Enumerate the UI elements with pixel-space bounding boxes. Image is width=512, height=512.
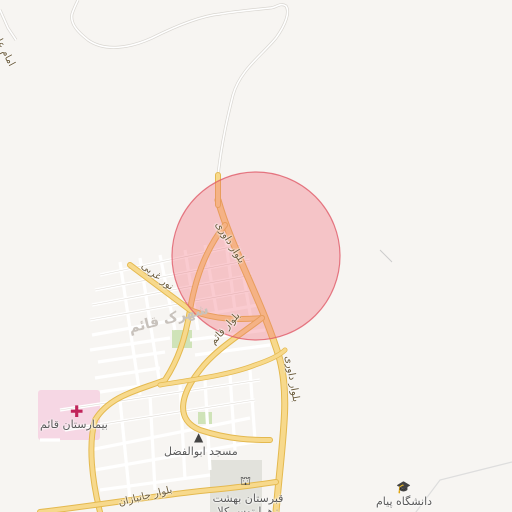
map-view[interactable]: امام علی بلوار داوری نور غربی بلوار قائم… (0, 0, 512, 512)
cemetery-label[interactable]: قبرستان بهشت زهرا توس کلا (208, 492, 288, 512)
university-icon[interactable]: 🎓 (396, 480, 411, 494)
cemetery-icon[interactable]: ⛫ (240, 474, 251, 490)
map-canvas (0, 0, 512, 512)
mosque-icon[interactable]: ▲ (194, 430, 203, 444)
hospital-label[interactable]: بیمارستان قائم (40, 419, 108, 430)
university-label[interactable]: دانشگاه پیام (376, 496, 432, 507)
mosque-label[interactable]: مسجد ابوالفضل (164, 446, 238, 457)
park-2 (198, 412, 212, 424)
